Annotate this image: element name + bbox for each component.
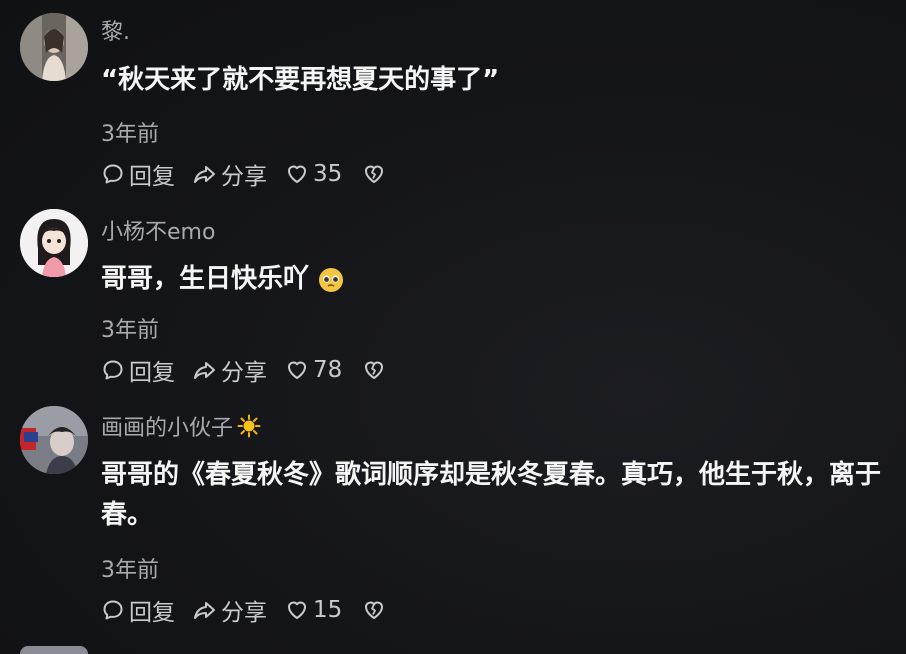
share-button[interactable]: 分享 [193, 157, 267, 191]
comment-bubble-icon [103, 164, 123, 184]
share-arrow-icon [194, 166, 215, 183]
comment-text-content: “秋天来了就不要再想夏天的事了” [101, 65, 500, 95]
timestamp: 3年前 [101, 558, 159, 583]
like-count: 15 [313, 597, 343, 623]
comment-bubble-icon [103, 600, 123, 620]
share-button[interactable]: 分享 [193, 353, 267, 387]
username[interactable]: 小杨不emo [101, 214, 215, 246]
reply-label: 回复 [129, 600, 175, 626]
like-button[interactable]: 15 [285, 597, 342, 623]
username-label: 画画的小伙子 [101, 416, 234, 441]
timestamp: 3年前 [101, 122, 159, 147]
username-label: 小杨不emo [101, 220, 216, 245]
avatar[interactable] [20, 13, 88, 81]
avatar[interactable] [20, 406, 88, 474]
broken-heart-icon [365, 601, 384, 619]
reply-button[interactable]: 回复 [101, 593, 175, 627]
next-comment-avatar[interactable] [20, 646, 88, 654]
dislike-button[interactable] [362, 598, 386, 622]
like-button[interactable]: 78 [285, 357, 342, 383]
heart-icon [288, 601, 306, 619]
comment-bubble-icon [103, 360, 123, 380]
reply-label: 回复 [129, 164, 175, 190]
broken-heart-icon [365, 165, 384, 183]
action-bar: 回复 分享 78 [101, 353, 386, 387]
username[interactable]: 黎. [101, 14, 130, 46]
share-label: 分享 [221, 164, 267, 190]
comment-text: “秋天来了就不要再想夏天的事了” [101, 60, 891, 100]
reply-button[interactable]: 回复 [101, 353, 175, 387]
comment-text-content: 哥哥，生日快乐吖 [101, 264, 310, 294]
timestamp: 3年前 [101, 318, 159, 343]
like-count: 78 [313, 357, 343, 383]
share-arrow-icon [194, 362, 215, 379]
reply-button[interactable]: 回复 [101, 157, 175, 191]
heart-icon [288, 165, 306, 183]
dislike-button[interactable] [362, 358, 386, 382]
avatar-image [20, 406, 88, 474]
comment-text: 哥哥，生日快乐吖 [101, 259, 891, 299]
avatar-image [20, 13, 88, 81]
share-arrow-icon [194, 602, 215, 619]
like-button[interactable]: 35 [285, 161, 342, 187]
like-count: 35 [313, 161, 343, 187]
comment-text: 哥哥的《春夏秋冬》歌词顺序却是秋冬夏春。真巧，他生于秋，离于春。 [101, 455, 891, 535]
action-bar: 回复 分享 35 [101, 157, 386, 191]
dislike-button[interactable] [362, 162, 386, 186]
action-bar: 回复 分享 15 [101, 593, 386, 627]
avatar-image [20, 209, 88, 277]
share-label: 分享 [221, 360, 267, 386]
username[interactable]: 画画的小伙子 [101, 410, 261, 442]
reply-label: 回复 [129, 360, 175, 386]
broken-heart-icon [365, 361, 384, 379]
share-label: 分享 [221, 600, 267, 626]
username-label: 黎. [101, 20, 130, 45]
comment-text-content: 哥哥的《春夏秋冬》歌词顺序却是秋冬夏春。真巧，他生于秋，离于春。 [101, 460, 882, 530]
avatar[interactable] [20, 209, 88, 277]
sun-emoji-icon [237, 414, 261, 438]
pleading-face-emoji-icon [319, 267, 344, 292]
heart-icon [288, 361, 306, 379]
share-button[interactable]: 分享 [193, 593, 267, 627]
